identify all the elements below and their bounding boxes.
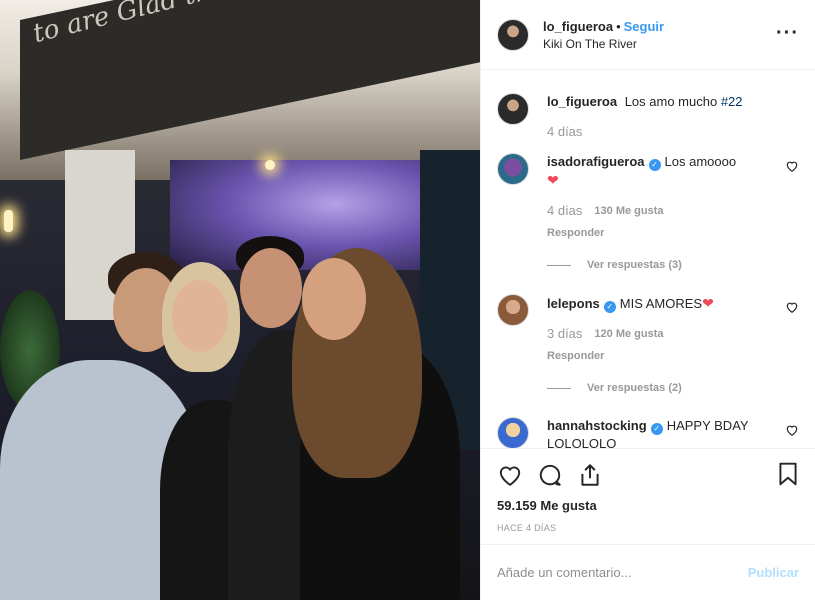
comment-username[interactable]: lelepons xyxy=(547,296,600,311)
author-meta: lo_figueroa • Seguir Kiki On The River xyxy=(543,18,664,51)
share-icon[interactable] xyxy=(577,462,603,488)
comment-likes[interactable]: 120 Me gusta xyxy=(594,325,663,343)
like-heart-icon[interactable] xyxy=(497,462,523,488)
author-username[interactable]: lo_figueroa xyxy=(543,19,613,34)
add-comment-bar: Publicar xyxy=(481,544,815,600)
comment-like-icon[interactable] xyxy=(785,300,799,314)
comment-likes[interactable]: 130 Me gusta xyxy=(594,202,663,220)
comment-body: isadorafigueroa ✓ Los amoooo ❤ 4 días 130 … xyxy=(547,153,767,274)
photo-person-2-head xyxy=(172,280,228,352)
comment-text: MIS AMORES xyxy=(619,296,703,311)
replies-line xyxy=(547,264,571,266)
more-options-icon[interactable]: ··· xyxy=(776,22,799,45)
location-link[interactable]: Kiki On The River xyxy=(543,37,664,51)
comment-item: lelepons ✓ MIS AMORES❤ 3 días 120 Me gusta… xyxy=(497,294,799,397)
comment-like-icon[interactable] xyxy=(785,159,799,173)
commenter-avatar[interactable] xyxy=(497,417,529,448)
comment-text: Los amoooo xyxy=(664,154,737,169)
separator-dot: • xyxy=(616,19,621,34)
reply-button[interactable]: Responder xyxy=(547,347,767,365)
likes-count[interactable]: 59.159 Me gusta xyxy=(497,498,799,513)
view-replies-label: Ver respuestas (2) xyxy=(587,382,682,394)
comment-item: hannahstocking ✓ HAPPY BDAY LOLOLOLO xyxy=(497,417,799,448)
caption-hashtag[interactable]: #22 xyxy=(721,94,743,109)
caption-body: lo_figueroa Los amo mucho #22 4 días xyxy=(547,93,767,141)
post-timestamp[interactable]: HACE 4 DÍAS xyxy=(497,523,799,533)
comment-body: lelepons ✓ MIS AMORES❤ 3 días 120 Me gusta… xyxy=(547,294,767,397)
comment-body: hannahstocking ✓ HAPPY BDAY LOLOLOLO xyxy=(547,417,767,448)
comments-list[interactable]: lo_figueroa Los amo mucho #22 4 días isa… xyxy=(481,71,815,448)
caption-username[interactable]: lo_figueroa xyxy=(547,94,617,109)
verified-badge-icon: ✓ xyxy=(603,301,616,313)
publish-button[interactable]: Publicar xyxy=(748,565,799,580)
comment-username[interactable]: isadorafigueroa xyxy=(547,154,645,169)
red-heart-emoji: ❤ xyxy=(547,172,559,188)
verified-badge-icon: ✓ xyxy=(650,423,663,435)
red-heart-emoji: ❤ xyxy=(702,295,714,311)
photo-lamp xyxy=(265,160,275,170)
post-photo[interactable]: to are Glad that I'am here to live [ xyxy=(0,0,480,600)
comment-username[interactable]: hannahstocking xyxy=(547,418,647,433)
comment-time[interactable]: 3 días xyxy=(547,325,582,343)
post-actions: 59.159 Me gusta HACE 4 DÍAS xyxy=(481,448,815,544)
follow-button[interactable]: Seguir xyxy=(624,19,664,34)
photo-person-4-head xyxy=(302,258,366,340)
commenter-avatar[interactable] xyxy=(497,153,529,185)
author-avatar[interactable] xyxy=(497,18,529,51)
reply-button[interactable]: Responder xyxy=(547,224,767,242)
comment-input[interactable] xyxy=(497,565,727,580)
caption-text: Los amo mucho xyxy=(624,94,718,109)
comment-item: isadorafigueroa ✓ Los amoooo ❤ 4 días 130 … xyxy=(497,153,799,274)
comment-time[interactable]: 4 días xyxy=(547,202,582,220)
replies-line xyxy=(547,387,571,389)
photo-person-3-head xyxy=(240,248,302,328)
comment-bubble-icon[interactable] xyxy=(537,462,563,488)
view-replies-button[interactable]: Ver respuestas (2) xyxy=(547,379,767,397)
post-header: lo_figueroa • Seguir Kiki On The River ··· xyxy=(481,0,815,70)
caption-time[interactable]: 4 días xyxy=(547,123,582,141)
photo-lamp xyxy=(4,210,13,232)
action-icons xyxy=(497,461,799,489)
comment-like-icon[interactable] xyxy=(785,423,799,437)
view-replies-button[interactable]: Ver respuestas (3) xyxy=(547,256,767,274)
commenter-avatar[interactable] xyxy=(497,294,529,326)
caption: lo_figueroa Los amo mucho #22 4 días xyxy=(497,93,799,141)
save-bookmark-icon[interactable] xyxy=(775,461,801,487)
view-replies-label: Ver respuestas (3) xyxy=(587,259,682,271)
verified-badge-icon: ✓ xyxy=(648,159,661,171)
author-avatar[interactable] xyxy=(497,93,529,125)
